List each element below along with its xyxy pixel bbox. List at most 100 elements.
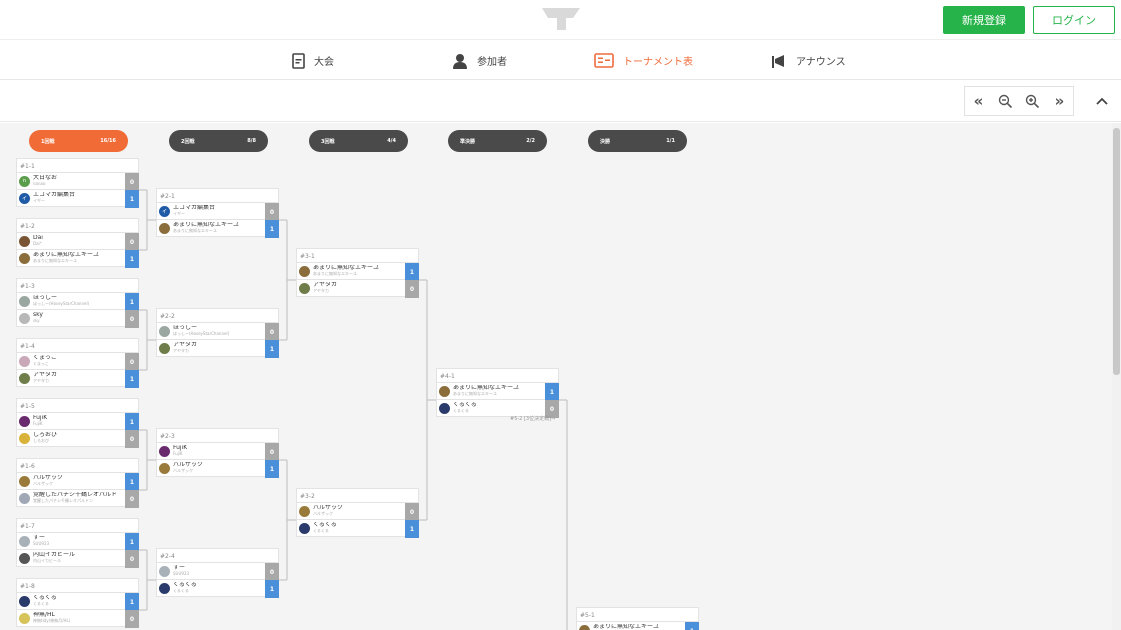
player-info: くるくる くるくる [297, 520, 405, 536]
player-row[interactable]: ほっしー ほっしー(HoseyStarChannel) 0 [156, 322, 279, 341]
avatar [299, 282, 310, 294]
match-card[interactable]: #1-5 FujiK FujiK 1 しろおび しろおび 0 [16, 398, 139, 452]
round-header[interactable]: 決勝 1/1 [588, 130, 687, 152]
round-count: 8/8 [247, 138, 256, 144]
player-info: アヤタカ アヤタカ [297, 280, 405, 296]
player-row[interactable]: バルザック バルザック 1 [16, 472, 139, 491]
player-row[interactable]: Dai Dai* 0 [16, 232, 139, 251]
avatar [19, 552, 30, 564]
nav-tab-label: 参加者 [477, 57, 507, 68]
login-button[interactable]: ログイン [1033, 6, 1115, 34]
avatar [159, 222, 170, 234]
vertical-scrollbar[interactable] [1112, 123, 1121, 630]
player-names: sky sky [33, 312, 43, 324]
avatar [19, 535, 30, 547]
round-header[interactable]: 3回戦 4/4 [309, 130, 408, 152]
player-info: ほっしー ほっしー(HoseyStarChannel) [17, 293, 125, 309]
avatar [19, 415, 30, 427]
player-row[interactable]: あまりに無知なエキーユあまりに無知なエキーユ 1 [576, 621, 699, 630]
match-id: #5-1 [576, 607, 699, 622]
player-row[interactable]: くるくる くるくる 1 [16, 592, 139, 611]
player-row[interactable]: アヤタカ アヤタカ 1 [156, 339, 279, 358]
player-subname: SUU923 [33, 541, 50, 546]
player-subname: アヤタカ [33, 378, 49, 383]
zoom-out-button[interactable] [992, 87, 1019, 115]
player-row[interactable]: すー SUU923 0 [156, 562, 279, 581]
bracket-canvas[interactable]: 1回戦 16/16 2回戦 8/8 3回戦 4/4 準決勝 2/2 決勝 1/1 #1-1 n 大日なお… [0, 123, 1112, 630]
signup-button[interactable]: 新規登録 [943, 6, 1025, 34]
round-header[interactable]: 2回戦 8/8 [169, 130, 268, 152]
avatar: イ [159, 205, 170, 217]
player-row[interactable]: アヤタカ アヤタカ 1 [16, 369, 139, 388]
avatar [19, 312, 30, 324]
player-subname: あまりに無知なエキーユ [33, 258, 77, 263]
match-card[interactable]: #4-1 あまりに無知なエキーユ あまりに無知なエキーユ 1 くるくる くるくる 0 [436, 368, 559, 422]
match-id: #1-2 [16, 218, 139, 233]
match-card[interactable]: #1-4 くまっこ くまっこ 0 アヤタカ アヤタカ 1 [16, 338, 139, 392]
player-row[interactable]: バルザック バルザック 0 [296, 502, 419, 521]
player-row[interactable]: くまっこ くまっこ 0 [16, 352, 139, 371]
match-card[interactable]: #3-1 あまりに無知なエキーユ あまりに無知なエキーユ 1 アヤタカ アヤタカ 0 [296, 248, 419, 302]
nav-tab-participants[interactable]: 参加者 [452, 41, 507, 80]
player-row[interactable]: くるくる くるくる 1 [156, 579, 279, 598]
player-names: あまりに無知なエキーユあまりに無知なエキーユ [313, 265, 379, 277]
match-id: #2-4 [156, 548, 279, 563]
player-row[interactable]: 覚醒したパチシ千鶴レオパルド 覚醒したパチシ千鶴レオパルドン 0 [16, 489, 139, 508]
player-row[interactable]: 神無/HL 神無tidy(神無月/HL) 0 [16, 609, 139, 628]
player-row[interactable]: FujiK FujiK 1 [16, 412, 139, 431]
player-row[interactable]: バルザック バルザック 1 [156, 459, 279, 478]
player-subname: アヤタカ [313, 288, 329, 293]
nav-tab-tournament[interactable]: 大会 [292, 41, 334, 80]
match-card[interactable]: #2-2 ほっしー ほっしー(HoseyStarChannel) 0 アヤタカ アヤタカ 1 [156, 308, 279, 362]
match-card[interactable]: #1-3 ほっしー ほっしー(HoseyStarChannel) 1 sky sky 0 [16, 278, 139, 332]
nav-tab-announce[interactable]: アナウンス [771, 41, 846, 80]
third-place-link[interactable]: #5-2 [3位決定戦]→ [510, 415, 555, 422]
player-row[interactable]: あまりに無知なエキーユあまりに無知なエキーユ 1 [16, 249, 139, 268]
scrollbar-thumb[interactable] [1113, 128, 1120, 375]
player-row[interactable]: sky sky 0 [16, 309, 139, 328]
match-card[interactable]: #5-1 あまりに無知なエキーユあまりに無知なエキーユ 1 [576, 607, 699, 630]
player-info: Dai Dai* [17, 233, 125, 249]
player-info: イエコマカ編集台 イギー [17, 190, 125, 206]
match-card[interactable]: #3-2 バルザック バルザック 0 くるくる くるくる 1 [296, 488, 419, 542]
score-box: 1 [125, 473, 139, 491]
player-row[interactable]: ほっしー ほっしー(HoseyStarChannel) 1 [16, 292, 139, 311]
collapse-panel-button[interactable] [1091, 89, 1113, 113]
player-subname: イギー [33, 198, 45, 203]
collapse-all-button[interactable]: « [965, 87, 992, 115]
match-card[interactable]: #2-4 すー SUU923 0 くるくる くるくる 1 [156, 548, 279, 602]
player-row[interactable]: n 大日なお nanao 0 [16, 172, 139, 191]
match-card[interactable]: #1-7 すー SUU923 1 内山イカビール 内山イカビール 0 [16, 518, 139, 572]
match-card[interactable]: #1-6 バルザック バルザック 1 覚醒したパチシ千鶴レオパルド 覚醒したパチシ千鶴レオ… [16, 458, 139, 512]
player-row[interactable]: あまりに無知なエキーユあまりに無知なエキーユ 1 [436, 382, 559, 401]
nav-tab-bracket[interactable]: トーナメント表 [594, 41, 693, 80]
avatar: n [19, 175, 30, 187]
match-card[interactable]: #1-1 n 大日なお nanao 0 イエコマカ編集台 イギー 1 [16, 158, 139, 212]
player-row[interactable]: あまりに無知なエキーユあまりに無知なエキーユ 1 [296, 262, 419, 281]
double-left-chevron-icon: « [973, 92, 984, 110]
round-header[interactable]: 準決勝 2/2 [448, 130, 547, 152]
player-row[interactable]: アヤタカ アヤタカ 0 [296, 279, 419, 298]
player-row[interactable]: あまりに無知なエキーユあまりに無知なエキーユ 1 [156, 219, 279, 238]
player-row[interactable]: くるくる くるくる 1 [296, 519, 419, 538]
expand-all-button[interactable]: » [1046, 87, 1073, 115]
top-header: 新規登録 ログイン [0, 0, 1121, 40]
match-card[interactable]: #2-1 イエコマカ編集台 イギー 0 あまりに無知なエキーユ あまりに無知なエキーユ 1 [156, 188, 279, 242]
player-info: バルザック バルザック [297, 503, 405, 519]
avatar [299, 265, 310, 277]
match-card[interactable]: #1-2 Dai Dai* 0 あまりに無知なエキーユ あまりに無知なエキーユ 1 [16, 218, 139, 272]
player-row[interactable]: 内山イカビール 内山イカビール 0 [16, 549, 139, 568]
match-card[interactable]: #2-3 FujiK FujiK 0 バルザック バルザック 1 [156, 428, 279, 482]
match-card[interactable]: #1-8 くるくる くるくる 1 神無/HL 神無tidy(神無月/HL) 0 [16, 578, 139, 630]
player-row[interactable]: イエコマカ編集台 イギー 1 [16, 189, 139, 208]
site-logo[interactable] [540, 6, 582, 32]
player-row[interactable]: しろおび しろおび 0 [16, 429, 139, 448]
round-header[interactable]: 1回戦 16/16 [29, 130, 128, 152]
player-names: アヤタカ アヤタカ [173, 342, 197, 354]
player-row[interactable]: FujiK FujiK 0 [156, 442, 279, 461]
player-row[interactable]: イエコマカ編集台 イギー 0 [156, 202, 279, 221]
player-row[interactable]: すー SUU923 1 [16, 532, 139, 551]
score-box: 1 [265, 340, 279, 358]
player-names: すー SUU923 [33, 535, 49, 547]
zoom-in-button[interactable] [1019, 87, 1046, 115]
